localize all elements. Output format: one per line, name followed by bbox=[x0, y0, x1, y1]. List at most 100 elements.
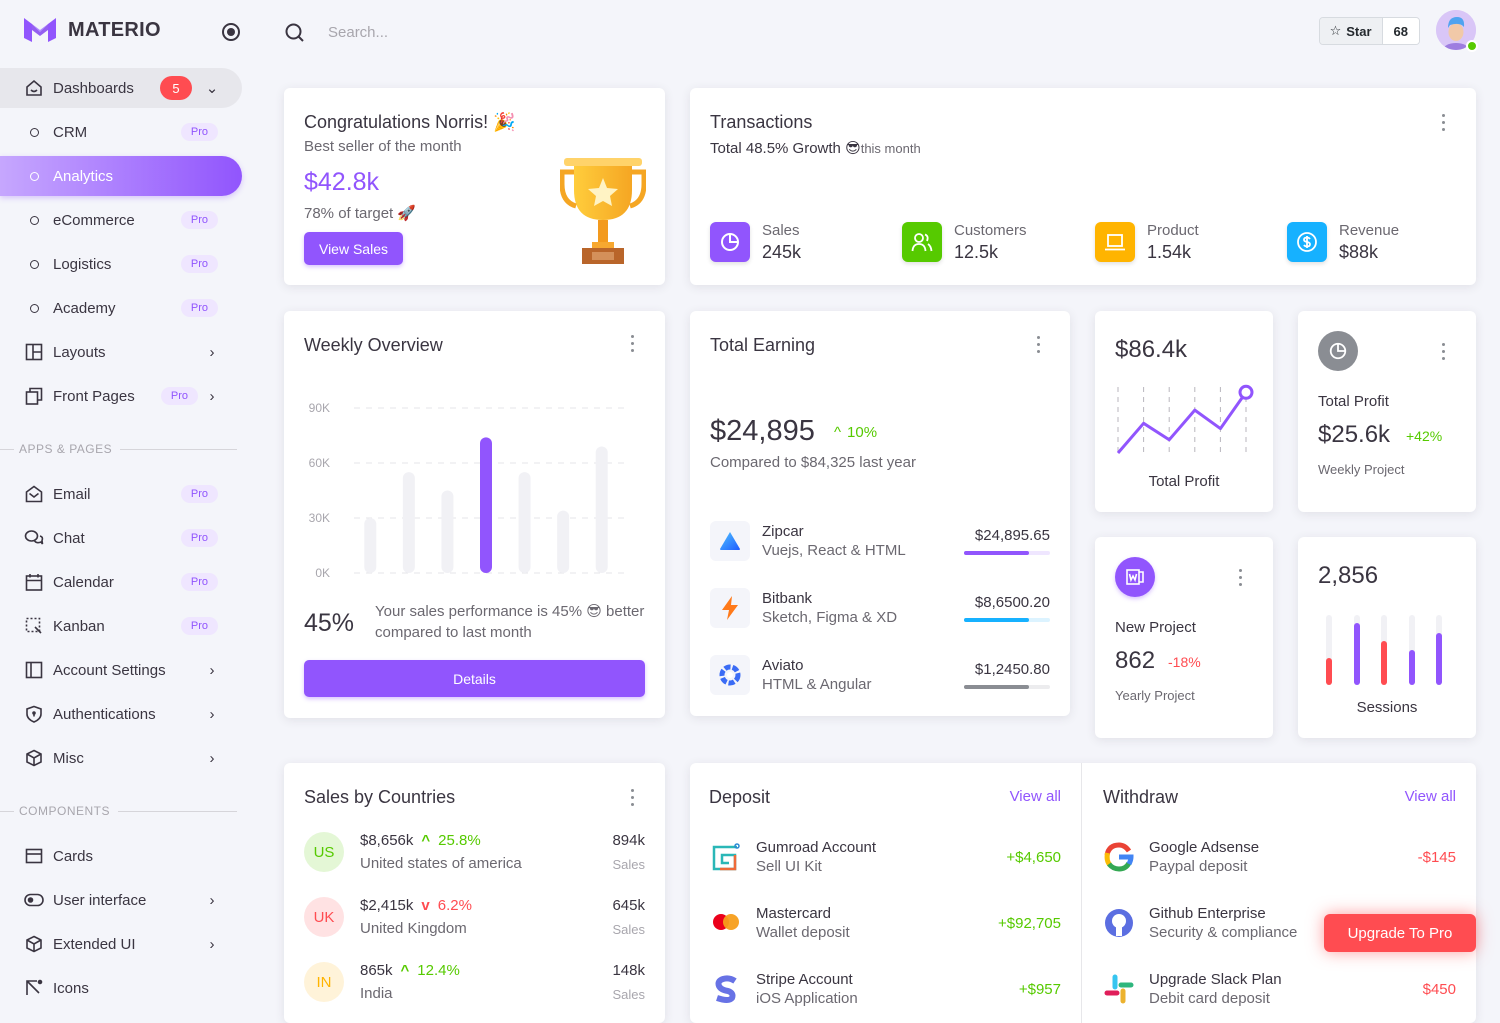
pro-badge: Pro bbox=[160, 387, 198, 405]
mastercard-logo-icon bbox=[710, 907, 742, 939]
earning-item-zipcar: Zipcar Vuejs, React & HTML $24,895.65 bbox=[710, 519, 1050, 563]
more-options-icon[interactable] bbox=[631, 789, 635, 806]
weekly-bar[interactable] bbox=[364, 518, 377, 573]
details-button[interactable]: Details bbox=[304, 660, 645, 697]
sidebar-item-academy[interactable]: Academy Pro bbox=[0, 288, 242, 328]
deposit-row: Mastercard Wallet deposit +$92,705 bbox=[710, 901, 1061, 945]
total-profit-title: Total Profit bbox=[1318, 393, 1389, 410]
users-icon bbox=[902, 222, 942, 262]
sidebar-item-label: CRM bbox=[53, 123, 88, 141]
sessions-bar-chart bbox=[1326, 615, 1448, 685]
deposit-amount: +$957 bbox=[1018, 980, 1061, 998]
withdraw-name: Upgrade Slack Plan bbox=[1149, 971, 1282, 988]
sidebar-item-ecommerce[interactable]: eCommerce Pro bbox=[0, 200, 242, 240]
profit-label: Total Profit bbox=[1148, 473, 1220, 490]
country-sales-label: Sales bbox=[612, 857, 645, 872]
more-options-icon[interactable] bbox=[1239, 569, 1243, 586]
sidebar-item-label: Email bbox=[53, 485, 91, 503]
chevron-right-icon: › bbox=[209, 891, 215, 909]
withdraw-sub: Debit card deposit bbox=[1149, 990, 1270, 1007]
countries-title: Sales by Countries bbox=[304, 787, 456, 807]
weekly-bar[interactable] bbox=[557, 510, 570, 573]
sidebar-item-label: Icons bbox=[53, 979, 89, 997]
more-options-icon[interactable] bbox=[1442, 343, 1446, 360]
stat-label: Product bbox=[1147, 222, 1199, 239]
logo[interactable]: MATERIO bbox=[24, 18, 161, 42]
weekly-bar[interactable] bbox=[480, 437, 492, 573]
chevron-down-icon: v bbox=[421, 897, 430, 914]
sidebar-item-account-settings[interactable]: Account Settings › bbox=[0, 650, 242, 690]
sidebar-item-analytics[interactable]: Analytics bbox=[0, 156, 242, 196]
sidebar-item-crm[interactable]: CRM Pro bbox=[0, 112, 242, 152]
more-options-icon[interactable] bbox=[1037, 336, 1041, 353]
sidebar-item-user-interface[interactable]: User interface › bbox=[0, 880, 242, 920]
sidebar-item-kanban[interactable]: Kanban Pro bbox=[0, 606, 242, 646]
country-sales: 894k bbox=[612, 832, 645, 849]
sidebar-item-extended-ui[interactable]: Extended UI › bbox=[0, 924, 242, 964]
weekly-bar[interactable] bbox=[518, 472, 531, 573]
search-input[interactable] bbox=[328, 18, 628, 46]
weekly-bar[interactable] bbox=[595, 446, 608, 574]
deposit-name: Gumroad Account bbox=[756, 839, 877, 856]
country-change: 12.4% bbox=[417, 962, 460, 979]
earning-compare: Compared to $84,325 last year bbox=[710, 454, 916, 471]
more-options-icon[interactable] bbox=[631, 335, 635, 352]
sidebar-item-label: Analytics bbox=[53, 167, 114, 185]
y-tick-label: 90K bbox=[309, 401, 330, 415]
sidebar-item-label: Account Settings bbox=[53, 661, 166, 679]
user-avatar[interactable] bbox=[1436, 10, 1478, 52]
earning-item-amount: $1,2450.80 bbox=[974, 661, 1050, 678]
sidebar-collapse-toggle-icon[interactable] bbox=[222, 23, 240, 41]
weekly-title: Weekly Overview bbox=[304, 335, 443, 355]
sidebar-item-cards[interactable]: Cards bbox=[0, 836, 242, 876]
calendar-icon bbox=[24, 572, 44, 592]
word-document-icon bbox=[1115, 557, 1155, 597]
chevron-right-icon: › bbox=[209, 705, 215, 723]
pie-chart-icon bbox=[710, 222, 750, 262]
sidebar-item-authentications[interactable]: Authentications › bbox=[0, 694, 242, 734]
sidebar-item-email[interactable]: Email Pro bbox=[0, 474, 242, 514]
stat-customers: Customers 12.5k bbox=[902, 222, 1027, 263]
github-star-count[interactable]: 68 bbox=[1382, 18, 1419, 44]
card-icon bbox=[24, 846, 44, 866]
transactions-card: Transactions Total 48.5% Growth 😎this mo… bbox=[690, 88, 1476, 285]
search-icon[interactable] bbox=[284, 22, 306, 44]
more-options-icon[interactable] bbox=[1442, 114, 1446, 131]
country-change: 25.8% bbox=[438, 832, 481, 849]
sidebar-item-logistics[interactable]: Logistics Pro bbox=[0, 244, 242, 284]
sidebar-item-label: Cards bbox=[53, 847, 94, 865]
withdraw-amount: -$145 bbox=[1417, 848, 1456, 866]
github-star-button[interactable]: ☆ Star 68 bbox=[1318, 17, 1420, 45]
view-sales-button[interactable]: View Sales bbox=[304, 232, 403, 265]
weekly-percent: 45% bbox=[304, 609, 355, 637]
laptop-icon bbox=[1095, 222, 1135, 262]
growth-suffix: this month bbox=[860, 141, 921, 156]
sidebar-item-label: Layouts bbox=[53, 343, 106, 361]
weekly-bar[interactable] bbox=[441, 490, 454, 574]
total-profit-change: +42% bbox=[1406, 428, 1443, 444]
withdraw-row: Upgrade Slack Plan Debit card deposit $4… bbox=[1103, 967, 1456, 1011]
weekly-bar-chart: 0K 30K 60K 90K bbox=[309, 401, 624, 580]
circle-icon bbox=[30, 127, 39, 137]
google-logo-icon bbox=[1103, 841, 1135, 873]
cube-icon bbox=[24, 748, 44, 768]
sidebar-item-misc[interactable]: Misc › bbox=[0, 738, 242, 778]
upgrade-to-pro-button[interactable]: Upgrade To Pro bbox=[1324, 914, 1476, 952]
country-sales: 645k bbox=[612, 897, 645, 914]
stat-sales: Sales 245k bbox=[710, 222, 801, 263]
chevron-up-icon: ^ bbox=[400, 962, 410, 979]
materio-logo-icon bbox=[24, 18, 56, 42]
y-tick-label: 30K bbox=[309, 511, 330, 525]
sidebar-item-chat[interactable]: Chat Pro bbox=[0, 518, 242, 558]
deposit-amount: +$92,705 bbox=[998, 914, 1061, 932]
sidebar-item-dashboards[interactable]: Dashboards 5 ⌄ bbox=[0, 68, 242, 108]
sidebar-item-calendar[interactable]: Calendar Pro bbox=[0, 562, 242, 602]
earning-item-amount: $8,6500.20 bbox=[974, 594, 1050, 611]
sidebar-item-label: User interface bbox=[53, 891, 147, 909]
weekly-bar[interactable] bbox=[402, 472, 415, 573]
chevron-up-icon: ^ bbox=[421, 832, 431, 849]
sidebar-item-layouts[interactable]: Layouts › bbox=[0, 332, 242, 372]
home-icon bbox=[24, 78, 44, 98]
sidebar-item-icons[interactable]: Icons bbox=[0, 968, 242, 1008]
sidebar-item-front-pages[interactable]: Front Pages Pro › bbox=[0, 376, 242, 416]
